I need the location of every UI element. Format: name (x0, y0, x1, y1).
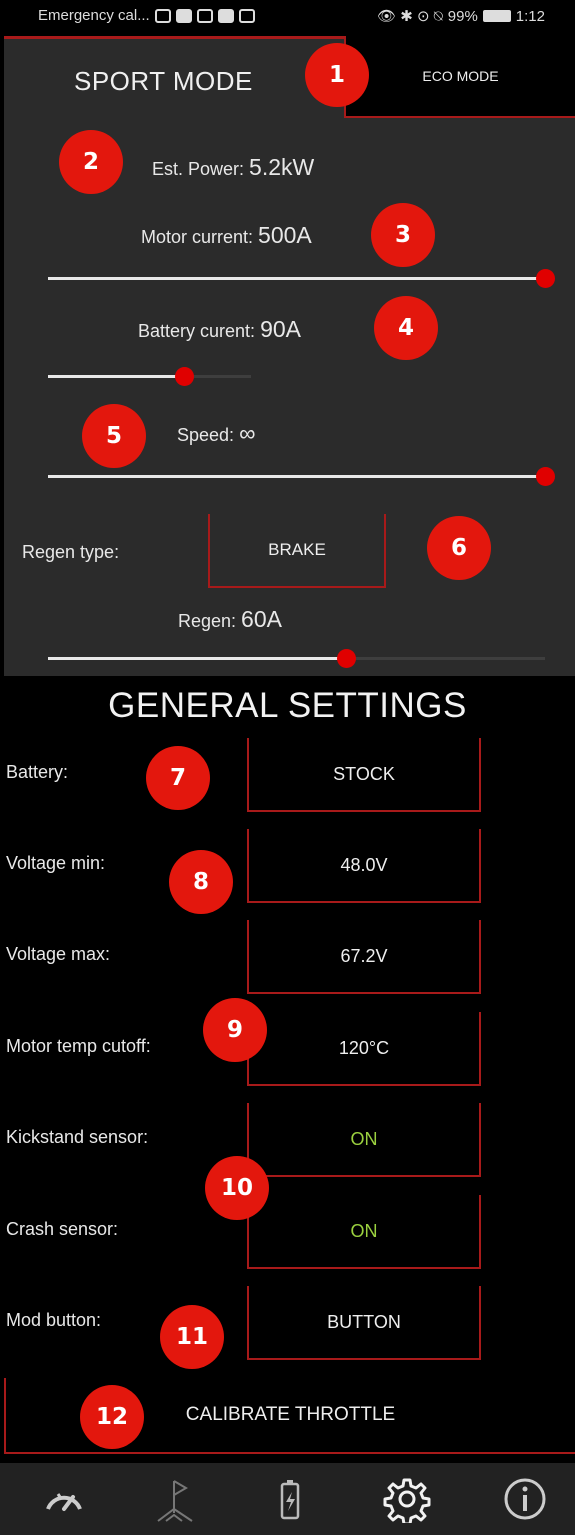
voltage-min-label: Voltage min: (6, 853, 106, 873)
system-icons: 👁 ✱ ⊙ ⍉ (377, 8, 443, 25)
bottom-navigation (0, 1463, 575, 1535)
slider-fill (48, 475, 545, 478)
settings-gear-icon[interactable] (379, 1473, 435, 1525)
youtube-icon (175, 8, 192, 23)
crash-sensor-toggle[interactable]: ON (247, 1195, 481, 1269)
motor-temp-cutoff-button[interactable]: 120°C (247, 1012, 481, 1086)
battery-icon (482, 10, 511, 22)
regen-type-label: Regen type: (22, 542, 120, 562)
status-bar: Emergency cal... 👁 ✱ ⊙ ⍉ 99% 1:12 (0, 0, 575, 36)
motor-temp-cutoff-label: Motor temp cutoff: (6, 1036, 151, 1056)
battery-current-label: Battery curent: (138, 321, 261, 341)
voltage-min-button[interactable]: 48.0V (247, 829, 481, 903)
battery-current-value: 90A (260, 316, 301, 342)
speed-slider[interactable] (48, 467, 555, 487)
regen-readout: Regen: 60A (178, 606, 282, 633)
battery-type-button[interactable]: STOCK (247, 738, 481, 812)
tab-eco-mode[interactable]: ECO MODE (344, 36, 575, 118)
kickstand-sensor-label: Kickstand sensor: (6, 1127, 149, 1147)
voltage-max-button[interactable]: 67.2V (247, 920, 481, 994)
marker-1: 1 (305, 43, 369, 107)
battery-percent: 99% (447, 7, 478, 25)
speedometer-icon[interactable] (36, 1473, 92, 1525)
marker-9: 9 (203, 998, 267, 1062)
regen-value: 60A (241, 606, 282, 632)
slider-fill (48, 277, 545, 280)
speed-label: Speed: (177, 425, 240, 445)
marker-3: 3 (371, 203, 435, 267)
mod-button-setting[interactable]: BUTTON (247, 1286, 481, 1360)
marker-2: 2 (59, 130, 123, 194)
slider-thumb[interactable] (536, 269, 555, 288)
regen-slider[interactable] (48, 649, 545, 669)
slider-fill (48, 375, 184, 378)
slider-thumb[interactable] (337, 649, 357, 668)
speed-value: ∞ (239, 420, 256, 446)
clock: 1:12 (515, 7, 545, 25)
tab-sport-mode[interactable]: SPORT MODE (74, 66, 253, 97)
slider-thumb[interactable] (175, 367, 194, 386)
youtube-icon-2 (217, 8, 234, 23)
slider-thumb[interactable] (536, 467, 555, 486)
marker-10: 10 (205, 1156, 269, 1220)
est-power-value: 5.2kW (249, 154, 315, 180)
marker-7: 7 (146, 746, 210, 810)
info-icon[interactable] (497, 1473, 553, 1525)
crash-sensor-label: Crash sensor: (6, 1219, 119, 1239)
route-flag-icon[interactable] (148, 1473, 204, 1525)
speed-readout: Speed: ∞ (177, 420, 255, 447)
est-power-readout: Est. Power: 5.2kW (152, 154, 314, 181)
status-notification-text: Emergency cal... (38, 7, 150, 24)
slider-fill (48, 657, 347, 660)
regen-label: Regen: (178, 611, 242, 631)
gmail-icon (238, 8, 255, 23)
notification-icon (154, 8, 171, 23)
kickstand-sensor-toggle[interactable]: ON (247, 1103, 481, 1177)
mod-button-label: Mod button: (6, 1310, 102, 1330)
status-right: 👁 ✱ ⊙ ⍉ 99% 1:12 (377, 7, 545, 26)
motor-current-label: Motor current: (141, 227, 259, 247)
battery-setting-label: Battery: (6, 762, 69, 782)
motor-current-readout: Motor current: 500A (141, 222, 312, 249)
marker-5: 5 (82, 404, 146, 468)
status-left: Emergency cal... (38, 7, 255, 24)
battery-icon[interactable] (262, 1473, 318, 1525)
marker-8: 8 (169, 850, 233, 914)
marker-6: 6 (427, 516, 491, 580)
motor-current-value: 500A (258, 222, 312, 248)
voltage-max-label: Voltage max: (6, 944, 111, 964)
marker-11: 11 (160, 1305, 224, 1369)
general-settings-title: GENERAL SETTINGS (108, 686, 467, 725)
est-power-label: Est. Power: (152, 159, 250, 179)
battery-current-slider[interactable] (48, 367, 251, 387)
regen-type-button[interactable]: BRAKE (208, 514, 386, 588)
tab-indicator-line (4, 36, 349, 39)
drive-icon (196, 8, 213, 23)
marker-12: 12 (80, 1385, 144, 1449)
motor-current-slider[interactable] (48, 269, 555, 289)
marker-4: 4 (374, 296, 438, 360)
battery-current-readout: Battery curent: 90A (138, 316, 301, 343)
